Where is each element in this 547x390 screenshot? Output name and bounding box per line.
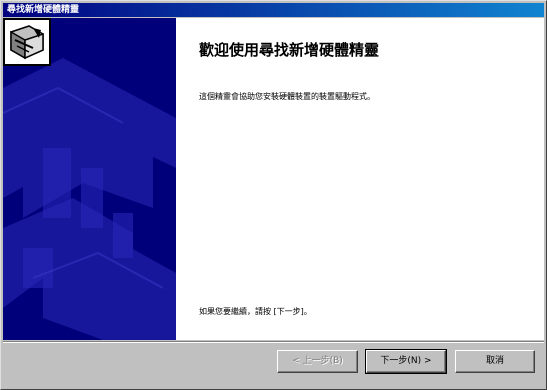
welcome-heading: 歡迎使用尋找新增硬體精靈 (199, 41, 380, 59)
continue-instruction: 如果您要繼續，請按 [下一步]。 (199, 307, 312, 316)
button-separator (3, 341, 544, 343)
wizard-description: 這個精靈會協助您安裝硬體裝置的裝置驅動程式。 (199, 92, 375, 101)
wizard-content: 歡迎使用尋找新增硬體精靈 這個精靈會協助您安裝硬體裝置的裝置驅動程式。 如果您要… (3, 18, 544, 340)
hardware-wizard-icon (3, 18, 51, 66)
wizard-main-panel: 歡迎使用尋找新增硬體精靈 這個精靈會協助您安裝硬體裝置的裝置驅動程式。 如果您要… (199, 18, 529, 340)
cancel-button[interactable]: 取消 (455, 350, 535, 373)
title-bar[interactable]: 尋找新增硬體精靈 (3, 3, 544, 17)
wizard-sidebar-graphic (3, 18, 176, 340)
sidebar-pattern (3, 18, 176, 340)
next-button[interactable]: 下一步(N) > (365, 349, 447, 374)
window-title: 尋找新增硬體精靈 (7, 5, 80, 15)
back-button[interactable]: < 上一步(B) (277, 350, 358, 373)
wizard-window: 尋找新增硬體精靈 歡迎使用尋找新增硬體精靈 這個精靈會協助您安裝硬體裝置的裝置驅… (0, 0, 547, 390)
